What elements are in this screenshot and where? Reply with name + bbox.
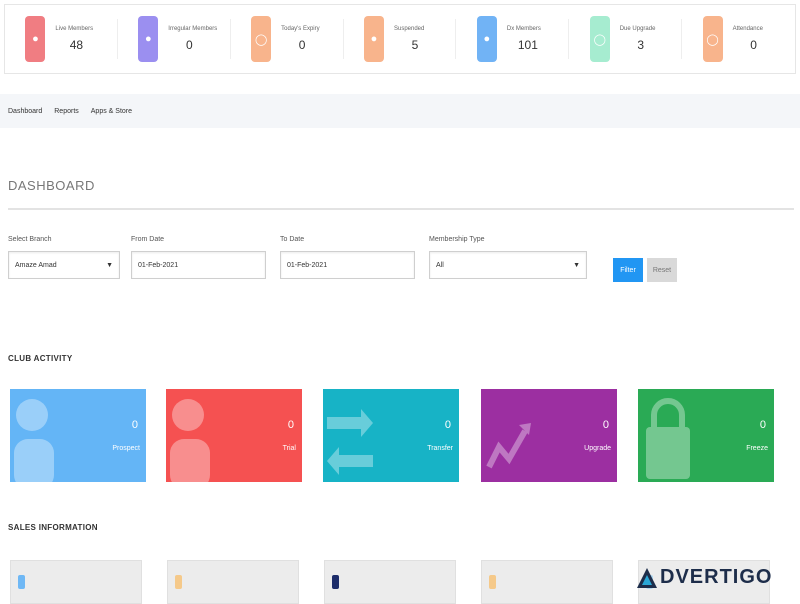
stat-label: Suspended xyxy=(394,26,425,32)
person-icon xyxy=(14,399,54,482)
watermark-logo: DVERTIGO xyxy=(636,566,772,589)
clock-icon: ◯ xyxy=(589,16,610,62)
card-count: 0 xyxy=(287,419,294,431)
card-count: 0 xyxy=(602,419,609,431)
input-value: 01-Feb-2021 xyxy=(287,261,328,269)
stat-value: 101 xyxy=(517,38,538,52)
reset-button[interactable]: Reset xyxy=(647,258,677,282)
filter-label: Membership Type xyxy=(429,236,485,243)
arrows-icon xyxy=(327,409,373,475)
filter-label: From Date xyxy=(131,236,165,243)
sales-card[interactable] xyxy=(167,560,299,604)
user-icon: ● xyxy=(25,16,46,62)
input-value: 01-Feb-2021 xyxy=(138,261,179,269)
watermark-text: DVERTIGO xyxy=(660,566,773,588)
card-trial[interactable]: 0 Trial xyxy=(166,389,302,482)
top-nav: Dashboard Reports Apps & Store xyxy=(0,94,800,128)
clock-icon: ◯ xyxy=(702,16,723,62)
stat-label: Attendance xyxy=(732,26,763,32)
sales-card[interactable] xyxy=(324,560,456,604)
caret-down-icon: ▼ xyxy=(573,261,580,269)
logo-icon xyxy=(637,567,657,588)
membership-select[interactable]: All ▼ xyxy=(429,251,587,279)
stat-value: 48 xyxy=(69,38,84,52)
card-prospect[interactable]: 0 Prospect xyxy=(10,389,146,482)
to-date-filter: To Date 01-Feb-2021 xyxy=(280,236,415,279)
stat-label: Today's Expiry xyxy=(281,26,320,32)
from-date-filter: From Date 01-Feb-2021 xyxy=(131,236,266,279)
stat-attendance[interactable]: ◯ Attendance 0 xyxy=(682,5,795,73)
stat-value: 3 xyxy=(637,38,645,52)
filter-label: Select Branch xyxy=(8,236,52,243)
card-label: Trial xyxy=(282,445,296,452)
card-count: 0 xyxy=(131,419,138,431)
stat-label: Irregular Members xyxy=(168,26,218,32)
from-date-input[interactable]: 01-Feb-2021 xyxy=(131,251,266,279)
clock-icon: ◯ xyxy=(251,16,272,62)
sales-icon xyxy=(175,575,182,589)
nav-apps-store[interactable]: Apps & Store xyxy=(91,108,132,115)
stat-value: 5 xyxy=(411,38,419,52)
card-transfer[interactable]: 0 Transfer xyxy=(323,389,459,482)
stat-label: Live Members xyxy=(55,26,94,32)
sales-information-title: SALES INFORMATION xyxy=(8,523,98,532)
filter-label: To Date xyxy=(280,236,305,243)
stat-value: 0 xyxy=(185,38,193,52)
trend-chart-icon xyxy=(486,423,531,469)
stats-strip: ● Live Members 48 ● Irregular Members 0 ◯ … xyxy=(4,4,796,74)
page-title: DASHBOARD xyxy=(8,178,95,193)
card-count: 0 xyxy=(444,419,451,431)
divider xyxy=(8,208,794,210)
filter-button[interactable]: Filter xyxy=(613,258,643,282)
stat-suspended[interactable]: ● Suspended 5 xyxy=(344,5,457,73)
card-count: 0 xyxy=(759,419,766,431)
stat-live-members[interactable]: ● Live Members 48 xyxy=(5,5,118,73)
stat-irregular-members[interactable]: ● Irregular Members 0 xyxy=(118,5,231,73)
lock-icon xyxy=(646,398,690,479)
user-icon: ● xyxy=(364,16,384,62)
sales-icon xyxy=(489,575,496,589)
caret-down-icon: ▼ xyxy=(106,261,113,269)
stat-todays-expiry[interactable]: ◯ Today's Expiry 0 xyxy=(231,5,344,73)
nav-dashboard[interactable]: Dashboard xyxy=(8,108,42,115)
user-icon: ● xyxy=(476,16,497,62)
stat-value: 0 xyxy=(298,38,306,52)
stat-dx-members[interactable]: ● Dx Members 101 xyxy=(456,5,570,73)
branch-filter: Select Branch Amaze Amad ▼ xyxy=(8,236,120,279)
user-icon: ● xyxy=(138,16,159,62)
membership-filter: Membership Type All ▼ xyxy=(429,236,587,279)
stat-value: 0 xyxy=(750,38,757,52)
sales-card[interactable] xyxy=(481,560,613,604)
stat-due-upgrade[interactable]: ◯ Due Upgrade 3 xyxy=(569,5,683,73)
select-value: All xyxy=(436,261,444,269)
card-freeze[interactable]: 0 Freeze xyxy=(638,389,774,482)
stat-label: Due Upgrade xyxy=(619,26,656,32)
card-upgrade[interactable]: 0 Upgrade xyxy=(481,389,617,482)
nav-reports[interactable]: Reports xyxy=(54,108,79,115)
sales-icon xyxy=(18,575,25,589)
sales-card[interactable] xyxy=(10,560,142,604)
to-date-input[interactable]: 01-Feb-2021 xyxy=(280,251,415,279)
club-activity-title: CLUB ACTIVITY xyxy=(8,354,73,363)
person-icon xyxy=(170,399,210,482)
select-value: Amaze Amad xyxy=(15,261,57,269)
stat-label: Dx Members xyxy=(506,26,541,32)
card-label: Upgrade xyxy=(584,445,611,452)
card-label: Transfer xyxy=(427,445,453,452)
card-label: Prospect xyxy=(112,445,140,452)
card-label: Freeze xyxy=(746,445,768,452)
sales-icon xyxy=(332,575,339,589)
branch-select[interactable]: Amaze Amad ▼ xyxy=(8,251,120,279)
